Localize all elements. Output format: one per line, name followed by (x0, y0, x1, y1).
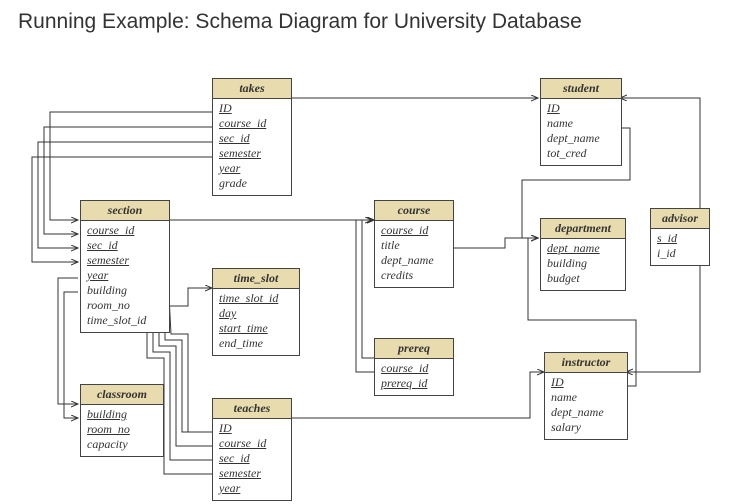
entity-body: ID name dept_name tot_cred (541, 99, 621, 165)
entity-header: takes (213, 79, 291, 99)
attr: semester (219, 146, 285, 161)
attr: course_id (87, 223, 163, 238)
entity-body: time_slot_id day start_time end_time (213, 289, 299, 355)
attr: sec_id (219, 451, 285, 466)
entity-advisor: advisor s_id i_id (650, 208, 710, 266)
attr: i_id (657, 246, 703, 261)
attr: s_id (657, 231, 703, 246)
attr: sec_id (87, 238, 163, 253)
attr: building (87, 283, 163, 298)
attr: prereq_id (381, 376, 447, 391)
entity-header: section (81, 201, 169, 221)
attr: sec_id (219, 131, 285, 146)
attr: year (219, 481, 285, 496)
entity-instructor: instructor ID name dept_name salary (544, 352, 628, 440)
attr: course_id (219, 436, 285, 451)
attr: dept_name (381, 253, 447, 268)
attr: room_no (87, 422, 157, 437)
entity-header: course (375, 201, 453, 221)
attr: grade (219, 176, 285, 191)
entity-header: student (541, 79, 621, 99)
entity-header: prereq (375, 339, 453, 359)
attr: title (381, 238, 447, 253)
entity-header: teaches (213, 399, 291, 419)
attr: time_slot_id (87, 313, 163, 328)
entity-body: course_id title dept_name credits (375, 221, 453, 287)
entity-body: dept_name building budget (541, 239, 625, 290)
attr: dept_name (551, 405, 621, 420)
entity-classroom: classroom building room_no capacity (80, 384, 164, 457)
entity-department: department dept_name building budget (540, 218, 626, 291)
entity-header: advisor (651, 209, 709, 229)
attr: course_id (381, 223, 447, 238)
entity-body: ID course_id sec_id semester year (213, 419, 291, 500)
attr: salary (551, 420, 621, 435)
attr: course_id (381, 361, 447, 376)
entity-header: time_slot (213, 269, 299, 289)
entity-body: course_id sec_id semester year building … (81, 221, 169, 332)
entity-prereq: prereq course_id prereq_id (374, 338, 454, 396)
attr: tot_cred (547, 146, 615, 161)
attr: end_time (219, 336, 293, 351)
attr: semester (219, 466, 285, 481)
attr: ID (219, 101, 285, 116)
attr: time_slot_id (219, 291, 293, 306)
attr: ID (551, 375, 621, 390)
entity-header: classroom (81, 385, 163, 405)
entity-section: section course_id sec_id semester year b… (80, 200, 170, 333)
attr: room_no (87, 298, 163, 313)
entity-time-slot: time_slot time_slot_id day start_time en… (212, 268, 300, 356)
entity-body: building room_no capacity (81, 405, 163, 456)
attr: year (87, 268, 163, 283)
entity-header: department (541, 219, 625, 239)
attr: start_time (219, 321, 293, 336)
attr: ID (547, 101, 615, 116)
attr: credits (381, 268, 447, 283)
diagram-title: Running Example: Schema Diagram for Univ… (18, 10, 582, 34)
attr: building (87, 407, 157, 422)
entity-body: ID course_id sec_id semester year grade (213, 99, 291, 195)
attr: dept_name (547, 131, 615, 146)
attr: semester (87, 253, 163, 268)
attr: capacity (87, 437, 157, 452)
attr: budget (547, 271, 619, 286)
entity-course: course course_id title dept_name credits (374, 200, 454, 288)
attr: dept_name (547, 241, 619, 256)
entity-student: student ID name dept_name tot_cred (540, 78, 622, 166)
entity-teaches: teaches ID course_id sec_id semester yea… (212, 398, 292, 501)
entity-body: ID name dept_name salary (545, 373, 627, 439)
entity-body: course_id prereq_id (375, 359, 453, 395)
entity-header: instructor (545, 353, 627, 373)
attr: year (219, 161, 285, 176)
entity-body: s_id i_id (651, 229, 709, 265)
attr: building (547, 256, 619, 271)
attr: course_id (219, 116, 285, 131)
attr: name (547, 116, 615, 131)
attr: name (551, 390, 621, 405)
attr: day (219, 306, 293, 321)
entity-takes: takes ID course_id sec_id semester year … (212, 78, 292, 196)
attr: ID (219, 421, 285, 436)
